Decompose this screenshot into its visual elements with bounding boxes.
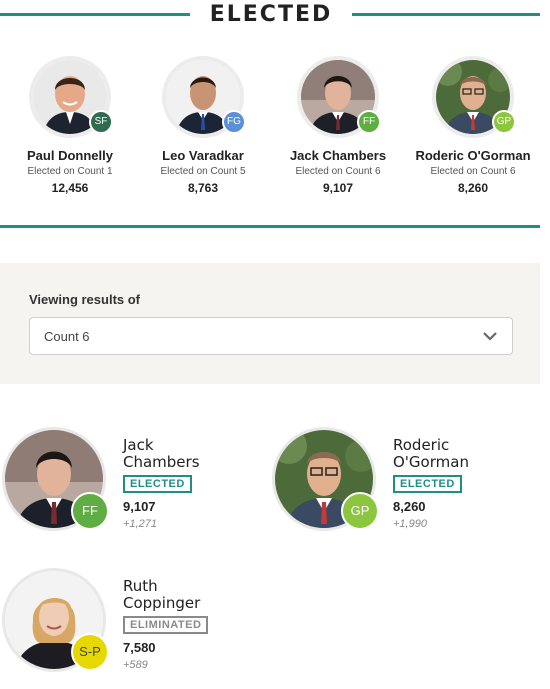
vote-total: 8,260 <box>457 181 489 195</box>
candidate-last-name: O'Gorman <box>393 453 469 471</box>
candidate-photo: GP <box>432 56 516 138</box>
viewing-panel: Viewing results of Count 6 <box>0 263 540 384</box>
candidate-photo: SF <box>29 56 113 138</box>
candidate-card-ruth-coppinger[interactable]: S-P Ruth Coppinger ELIMINATED 7,580 +589 <box>2 568 262 678</box>
header-rule-left <box>0 13 190 16</box>
header-rule-right <box>352 13 540 16</box>
party-badge: S-P <box>71 633 109 671</box>
elected-section-header: ELECTED <box>0 0 550 34</box>
vote-total: 9,107 <box>322 181 354 195</box>
count-select[interactable]: Count 6 <box>29 317 513 355</box>
vote-total: 8,763 <box>187 181 219 195</box>
vote-change: +589 <box>123 659 148 671</box>
elected-count: Elected on Count 5 <box>160 166 246 177</box>
party-badge: GP <box>341 492 379 530</box>
party-badge: GP <box>492 110 516 134</box>
candidate-last-name: Chambers <box>123 453 200 471</box>
party-badge: FF <box>357 110 381 134</box>
chevron-down-icon[interactable] <box>482 328 498 349</box>
candidate-info: Roderic O'Gorman ELECTED 8,260 +1,990 <box>393 437 533 530</box>
candidate-photo: GP <box>272 427 379 531</box>
elected-card-roderic-ogorman[interactable]: GP Roderic O'Gorman Elected on Count 6 8… <box>403 56 543 195</box>
vote-change: +1,271 <box>123 518 157 530</box>
candidate-first-name: Ruth <box>123 577 158 595</box>
candidate-first-name: Jack <box>123 436 154 454</box>
elected-card-jack-chambers[interactable]: FF Jack Chambers Elected on Count 6 9,10… <box>268 56 408 195</box>
vote-total: 9,107 <box>123 499 156 514</box>
section-divider <box>0 225 540 228</box>
candidate-name: Paul Donnelly <box>27 148 113 163</box>
vote-total: 12,456 <box>51 181 89 195</box>
status-badge: ELECTED <box>123 475 192 493</box>
elected-card-leo-varadkar[interactable]: FG Leo Varadkar Elected on Count 5 8,763 <box>133 56 273 195</box>
candidate-first-name: Roderic <box>393 436 450 454</box>
party-badge: FG <box>222 110 246 134</box>
elected-count: Elected on Count 1 <box>27 166 113 177</box>
vote-change: +1,990 <box>393 518 427 530</box>
viewing-label: Viewing results of <box>29 292 141 307</box>
party-badge: FF <box>71 492 109 530</box>
candidate-card-jack-chambers[interactable]: FF Jack Chambers ELECTED 9,107 +1,271 <box>2 427 262 537</box>
candidate-info: Jack Chambers ELECTED 9,107 +1,271 <box>123 437 263 530</box>
candidate-name: Roderic O'Gorman <box>415 148 531 163</box>
elected-count: Elected on Count 6 <box>430 166 516 177</box>
party-badge: SF <box>89 110 113 134</box>
candidate-name: Leo Varadkar <box>162 148 244 163</box>
candidate-photo: S-P <box>2 568 109 672</box>
status-badge: ELIMINATED <box>123 616 209 634</box>
candidate-info: Ruth Coppinger ELIMINATED 7,580 +589 <box>123 578 263 671</box>
candidate-name: Jack Chambers <box>289 148 387 163</box>
elected-title: ELECTED <box>209 2 333 27</box>
candidate-photo: FF <box>2 427 109 531</box>
candidate-photo: FG <box>162 56 246 138</box>
status-badge: ELECTED <box>393 475 462 493</box>
elected-count: Elected on Count 6 <box>295 166 381 177</box>
elected-card-paul-donnelly[interactable]: SF Paul Donnelly Elected on Count 1 12,4… <box>0 56 140 195</box>
candidate-photo: FF <box>297 56 381 138</box>
candidate-card-roderic-ogorman[interactable]: GP Roderic O'Gorman ELECTED 8,260 +1,990 <box>272 427 542 537</box>
candidate-last-name: Coppinger <box>123 594 201 612</box>
count-select-value: Count 6 <box>44 329 90 344</box>
vote-total: 7,580 <box>123 640 156 655</box>
elected-strip: SF Paul Donnelly Elected on Count 1 12,4… <box>0 56 550 206</box>
vote-total: 8,260 <box>393 499 426 514</box>
